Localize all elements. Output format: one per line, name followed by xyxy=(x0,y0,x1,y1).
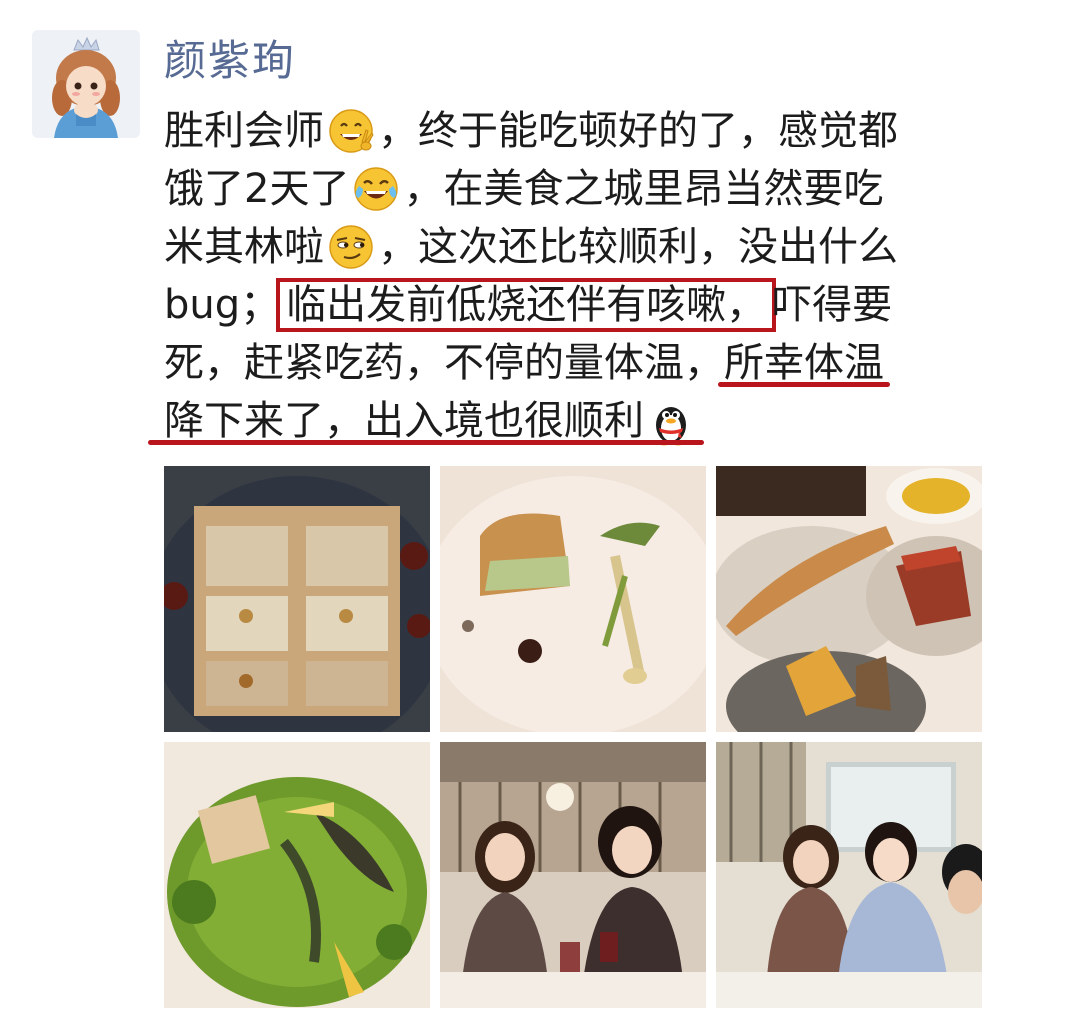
post-text-segment: 胜利会师 xyxy=(164,108,324,154)
grin-peace-icon xyxy=(326,106,376,156)
red-underline xyxy=(718,382,890,387)
post-line: 米其林啦 ，这次还比较顺利，没出什么 xyxy=(164,216,1034,274)
post-line: 饿了2天了 ，在美食之城里昂当然要吃 xyxy=(164,158,1034,216)
post-text-segment: ，这次还比较顺利，没出什么 xyxy=(378,224,898,270)
photo-grid xyxy=(164,466,984,1010)
post-text-segment: 吓得要 xyxy=(772,282,893,328)
photo-green-dish[interactable] xyxy=(164,742,430,1008)
smug-icon xyxy=(326,222,376,272)
post-text-segment: 死，赶紧吃药，不停的量体温， xyxy=(164,340,724,386)
red-underline xyxy=(148,440,704,445)
penguin-icon xyxy=(646,396,696,446)
author-name[interactable]: 颜紫珣 xyxy=(164,34,296,88)
post-text: 胜利会师 ，终于能吃顿好的了，感觉都 饿了2天了 ，在美食之城里昂当然要吃米其林啦 ，这… xyxy=(164,100,1034,448)
underlined-text: 所幸体温 xyxy=(724,340,884,386)
highlight-box-text: 临出发前低烧还伴有咳嗽， xyxy=(276,278,777,332)
photo-bread-and-meat[interactable] xyxy=(716,466,982,732)
photo-pate-en-croute[interactable] xyxy=(164,466,430,732)
post-line: bug； 临出发前低烧还伴有咳嗽， 吓得要 xyxy=(164,274,1034,332)
post-text-segment: 米其林啦 xyxy=(164,224,324,270)
avatar-image xyxy=(32,30,140,138)
post-text-segment: ，终于能吃顿好的了，感觉都 xyxy=(378,108,898,154)
post-line: 胜利会师 ，终于能吃顿好的了，感觉都 xyxy=(164,100,1034,158)
post-text-segment: 饿了2天了 xyxy=(164,166,350,212)
post-text-segment: ，在美食之城里昂当然要吃 xyxy=(403,166,884,212)
photo-group-at-table[interactable] xyxy=(716,742,982,1008)
underlined-text: 降下来了，出入境也很顺利 xyxy=(164,398,644,444)
photo-terrine-plate[interactable] xyxy=(440,466,706,732)
post-line: 死，赶紧吃药，不停的量体温，所幸体温 xyxy=(164,332,1034,390)
tears-of-joy-icon xyxy=(351,164,401,214)
post-text-segment: bug； xyxy=(164,282,281,328)
photo-two-women-toasting[interactable] xyxy=(440,742,706,1008)
avatar[interactable] xyxy=(32,30,140,138)
